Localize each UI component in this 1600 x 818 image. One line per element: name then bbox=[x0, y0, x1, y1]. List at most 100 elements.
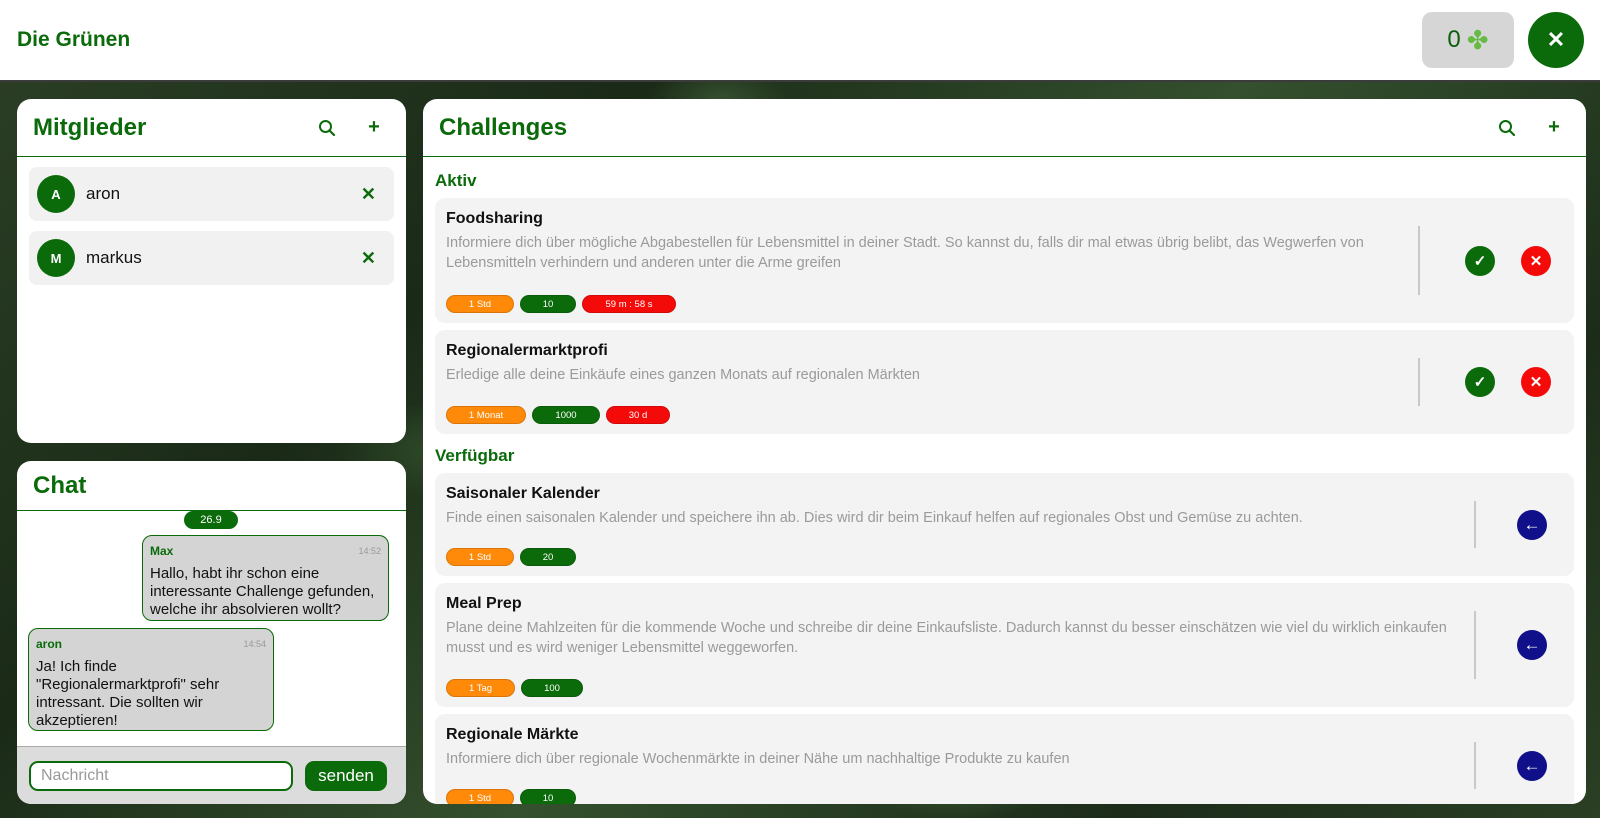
duration-tag: 1 Std bbox=[446, 789, 514, 804]
challenges-list[interactable]: Aktiv Foodsharing Informiere dich über m… bbox=[423, 157, 1586, 804]
message-text: Ja! Ich finde "Regionalermarktprofi" seh… bbox=[36, 658, 220, 729]
challenge-content: Foodsharing Informiere dich über möglich… bbox=[435, 198, 1418, 323]
points-tag: 100 bbox=[521, 679, 583, 697]
close-icon: ✕ bbox=[1529, 252, 1543, 270]
avatar: A bbox=[37, 175, 75, 213]
top-bar: Die Grünen 0 ✤ ✕ bbox=[0, 0, 1600, 82]
check-icon: ✓ bbox=[1473, 374, 1487, 391]
challenge-actions: ← bbox=[1474, 501, 1574, 548]
clover-icon: ✤ bbox=[1466, 24, 1489, 55]
chat-input-bar: senden bbox=[17, 746, 406, 804]
challenge-description: Plane deine Mahlzeiten für die kommende … bbox=[446, 620, 1447, 656]
remove-member-icon[interactable]: ✕ bbox=[361, 184, 384, 205]
challenge-title: Foodsharing bbox=[446, 210, 543, 227]
members-panel: Mitglieder + A aron ✕ M markus ✕ bbox=[17, 99, 406, 443]
arrow-left-icon: ← bbox=[1523, 514, 1541, 534]
search-icon[interactable] bbox=[318, 119, 338, 137]
duration-tag: 1 Tag bbox=[446, 679, 515, 697]
challenge-card: Meal Prep Plane deine Mahlzeiten für die… bbox=[435, 583, 1574, 707]
member-item: A aron ✕ bbox=[29, 167, 394, 221]
challenge-tags: 1 Tag 100 bbox=[446, 679, 1463, 697]
challenge-title: Regionalermarktprofi bbox=[446, 342, 608, 359]
challenges-header-actions: + bbox=[1498, 116, 1570, 139]
group-title: Die Grünen bbox=[17, 28, 131, 51]
challenge-content: Regionale Märkte Informiere dich über re… bbox=[435, 714, 1474, 804]
close-icon: ✕ bbox=[1546, 27, 1566, 52]
challenge-tags: 1 Std 10 59 m : 58 s bbox=[446, 295, 1407, 313]
remaining-time-tag: 30 d bbox=[606, 406, 670, 424]
add-icon[interactable]: + bbox=[364, 116, 384, 139]
challenge-content: Regionalermarktprofi Erledige alle deine… bbox=[435, 330, 1418, 434]
challenge-card: Saisonaler Kalender Finde einen saisonal… bbox=[435, 473, 1574, 576]
message-input[interactable] bbox=[29, 760, 293, 791]
challenge-actions: ✓ ✕ bbox=[1418, 358, 1574, 406]
check-icon: ✓ bbox=[1473, 252, 1487, 270]
challenge-description: Erledige alle deine Einkäufe eines ganze… bbox=[446, 367, 920, 383]
message-time: 14:54 bbox=[243, 639, 266, 649]
points-tag: 20 bbox=[520, 548, 576, 566]
chat-title: Chat bbox=[33, 471, 87, 499]
close-icon: ✕ bbox=[1529, 374, 1543, 391]
member-name: aron bbox=[86, 184, 121, 203]
duration-tag: 1 Std bbox=[446, 548, 514, 566]
avatar: M bbox=[37, 239, 75, 277]
accept-button[interactable]: ✓ bbox=[1465, 367, 1495, 397]
accept-button[interactable]: ✓ bbox=[1465, 245, 1495, 276]
section-available-title: Verfügbar bbox=[435, 446, 515, 465]
challenge-content: Meal Prep Plane deine Mahlzeiten für die… bbox=[435, 583, 1474, 707]
reject-button[interactable]: ✕ bbox=[1521, 367, 1551, 397]
duration-tag: 1 Std bbox=[446, 295, 514, 313]
chat-message: aron 14:54 Ja! Ich finde "Regionalermark… bbox=[28, 628, 274, 731]
member-name: markus bbox=[86, 248, 142, 267]
remaining-time-tag: 59 m : 58 s bbox=[582, 295, 676, 313]
chat-panel: Chat 26.9 Max 14:52 Hallo, habt ihr scho… bbox=[17, 461, 406, 804]
points-tag: 1000 bbox=[532, 406, 600, 424]
message-text: Hallo, habt ihr schon eine interessante … bbox=[150, 565, 375, 618]
challenge-card: Foodsharing Informiere dich über möglich… bbox=[435, 198, 1574, 323]
reject-button[interactable]: ✕ bbox=[1521, 245, 1551, 276]
challenge-tags: 1 Std 10 bbox=[446, 789, 1463, 804]
join-button[interactable]: ← bbox=[1517, 509, 1547, 540]
challenge-description: Informiere dich über regionale Wochenmär… bbox=[446, 751, 1070, 767]
challenge-title: Regionale Märkte bbox=[446, 726, 579, 743]
challenge-title: Saisonaler Kalender bbox=[446, 485, 600, 502]
challenges-header: Challenges + bbox=[423, 99, 1586, 157]
chat-messages[interactable]: 26.9 Max 14:52 Hallo, habt ihr schon ein… bbox=[17, 511, 406, 746]
challenge-actions: ← bbox=[1474, 742, 1574, 789]
join-button[interactable]: ← bbox=[1517, 750, 1547, 781]
message-time: 14:52 bbox=[358, 546, 381, 556]
top-actions: 0 ✤ ✕ bbox=[1422, 12, 1584, 68]
search-icon[interactable] bbox=[1498, 119, 1518, 137]
challenge-tags: 1 Monat 1000 30 d bbox=[446, 406, 1407, 424]
chat-header: Chat bbox=[17, 461, 406, 511]
challenge-card: Regionalermarktprofi Erledige alle deine… bbox=[435, 330, 1574, 434]
add-icon[interactable]: + bbox=[1544, 116, 1564, 139]
challenge-title: Meal Prep bbox=[446, 595, 522, 612]
chat-message: Max 14:52 Hallo, habt ihr schon eine int… bbox=[142, 535, 389, 621]
points-tag: 10 bbox=[520, 789, 576, 804]
challenge-card: Regionale Märkte Informiere dich über re… bbox=[435, 714, 1574, 804]
send-button[interactable]: senden bbox=[305, 760, 387, 791]
join-button[interactable]: ← bbox=[1517, 630, 1547, 660]
arrow-left-icon: ← bbox=[1523, 755, 1541, 775]
score-badge[interactable]: 0 ✤ bbox=[1422, 12, 1514, 68]
challenge-actions: ✓ ✕ bbox=[1418, 226, 1574, 295]
challenges-title: Challenges bbox=[439, 113, 568, 141]
challenges-panel: Challenges + Aktiv Foodsharing Informier… bbox=[423, 99, 1586, 804]
challenge-content: Saisonaler Kalender Finde einen saisonal… bbox=[435, 473, 1474, 576]
duration-tag: 1 Monat bbox=[446, 406, 526, 424]
score-value: 0 bbox=[1447, 26, 1461, 53]
members-header: Mitglieder + bbox=[17, 99, 406, 157]
close-button[interactable]: ✕ bbox=[1528, 12, 1584, 68]
member-item: M markus ✕ bbox=[29, 231, 394, 285]
message-author: aron bbox=[36, 637, 63, 651]
members-title: Mitglieder bbox=[33, 113, 147, 141]
challenge-description: Finde einen saisonalen Kalender und spei… bbox=[446, 510, 1303, 526]
challenge-tags: 1 Std 20 bbox=[446, 548, 1463, 566]
section-active-title: Aktiv bbox=[435, 171, 477, 190]
points-tag: 10 bbox=[520, 295, 576, 313]
date-separator: 26.9 bbox=[184, 511, 238, 529]
members-header-actions: + bbox=[318, 116, 390, 139]
remove-member-icon[interactable]: ✕ bbox=[361, 248, 384, 269]
challenge-description: Informiere dich über mögliche Abgabestel… bbox=[446, 235, 1364, 271]
